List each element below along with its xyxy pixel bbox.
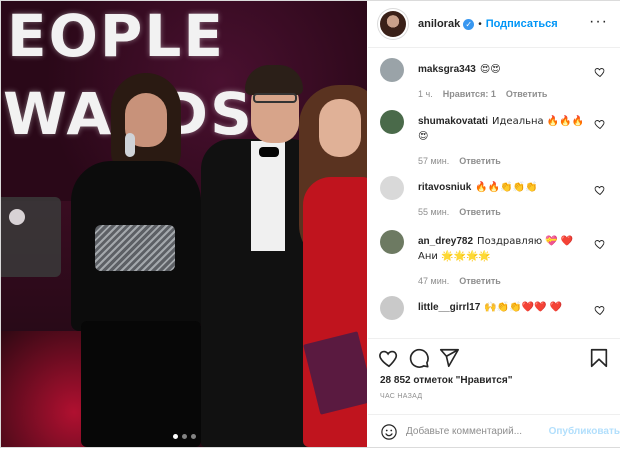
comment-meta: 47 мин. Ответить <box>418 274 586 289</box>
carousel-dots[interactable] <box>173 434 196 439</box>
reply-button[interactable]: Ответить <box>459 276 501 286</box>
carousel-dot[interactable] <box>182 434 187 439</box>
microphone <box>125 133 135 157</box>
reply-button[interactable]: Ответить <box>459 156 501 166</box>
comment-like-heart-icon[interactable] <box>594 184 606 196</box>
comment-time[interactable]: 1 ч. <box>418 89 433 99</box>
follow-button[interactable]: Подписаться <box>486 18 558 30</box>
comment-input[interactable] <box>406 426 543 437</box>
comment-avatar[interactable] <box>380 230 404 254</box>
post-time[interactable]: ЧАС НАЗАД <box>380 393 422 400</box>
comment-text: 😍😍 <box>479 64 501 75</box>
host-face <box>319 99 361 157</box>
comment-like-heart-icon[interactable] <box>594 238 606 250</box>
comment-body: little__girrl17 🙌👏👏❤️❤️ ❤️ <box>418 300 586 315</box>
woman-chain-belt <box>95 225 175 271</box>
banner-text-line1: EOPLE <box>7 2 226 70</box>
post-frame: EOPLE WARDS anilorak ✓ • <box>0 0 620 448</box>
post-actions: 28 852 отметок "Нравится" ЧАС НАЗАД Опуб… <box>368 338 620 451</box>
comment-username[interactable]: maksgra343 <box>418 64 476 75</box>
comment-meta: 57 мин. Ответить <box>418 154 586 169</box>
comment-icon[interactable] <box>408 347 430 369</box>
heart-icon[interactable] <box>378 347 400 369</box>
comment-body: shumakovatati Идеальна 🔥🔥🔥 😍 57 мин. Ответ… <box>418 114 586 169</box>
comment-like-heart-icon[interactable] <box>594 118 606 130</box>
comment-meta: 55 мин. Ответить <box>418 205 586 220</box>
add-comment-bar: Опубликовать <box>368 414 620 448</box>
man-shirt <box>251 141 285 251</box>
action-icons-row <box>378 347 610 371</box>
comment-avatar[interactable] <box>380 296 404 320</box>
author-avatar[interactable] <box>380 11 406 37</box>
share-icon[interactable] <box>438 347 460 369</box>
comment-body: maksgra343 😍😍 1 ч. Нравится: 1 Ответить <box>418 62 586 102</box>
comment-likes-count[interactable]: Нравится: 1 <box>443 89 496 99</box>
post-side-panel: anilorak ✓ • Подписаться ··· maksgra343 😍… <box>368 1 620 447</box>
comment-meta: 1 ч. Нравится: 1 Ответить <box>418 87 586 102</box>
header-separator: • <box>478 18 482 30</box>
stage-sign <box>1 197 61 277</box>
post-header: anilorak ✓ • Подписаться ··· <box>368 1 620 48</box>
comment-username[interactable]: ritavosniuk <box>418 182 471 193</box>
carousel-dot[interactable] <box>191 434 196 439</box>
man-bowtie <box>259 147 279 157</box>
comment-avatar[interactable] <box>380 176 404 200</box>
comment-text: 🙌👏👏❤️❤️ ❤️ <box>484 302 563 313</box>
reply-button[interactable]: Ответить <box>459 207 501 217</box>
comment-body: ritavosniuk 🔥🔥👏👏👏 55 мин. Ответить <box>418 180 586 220</box>
bookmark-icon[interactable] <box>588 347 610 369</box>
comment-body: an_drey782 Поздравляю 💝 ❤️ Ани 🌟🌟🌟🌟 47 ми… <box>418 234 586 289</box>
comment-username[interactable]: shumakovatati <box>418 116 488 127</box>
more-options-icon[interactable]: ··· <box>589 14 608 30</box>
man-glasses <box>253 93 297 103</box>
comment-username[interactable]: an_drey782 <box>418 236 473 247</box>
comments-list[interactable]: maksgra343 😍😍 1 ч. Нравится: 1 Ответить shu… <box>368 48 620 338</box>
publish-button[interactable]: Опубликовать <box>549 426 620 437</box>
comment-avatar[interactable] <box>380 58 404 82</box>
woman-trousers <box>81 321 201 447</box>
smile-icon[interactable] <box>380 423 398 441</box>
likes-count[interactable]: 28 852 отметок "Нравится" <box>380 375 512 386</box>
post-photo[interactable]: EOPLE WARDS <box>1 1 367 447</box>
comment-avatar[interactable] <box>380 110 404 134</box>
comment-time[interactable]: 55 мин. <box>418 207 449 217</box>
reply-button[interactable]: Ответить <box>506 89 548 99</box>
carousel-dot[interactable] <box>173 434 178 439</box>
comment-like-heart-icon[interactable] <box>594 66 606 78</box>
comment-username[interactable]: little__girrl17 <box>418 302 480 313</box>
comment-time[interactable]: 57 мин. <box>418 156 449 166</box>
comment-text: 🔥🔥👏👏👏 <box>475 182 538 193</box>
verified-badge-icon: ✓ <box>463 18 475 30</box>
comment-time[interactable]: 47 мин. <box>418 276 449 286</box>
comment-like-heart-icon[interactable] <box>594 304 606 316</box>
author-username[interactable]: anilorak <box>418 18 460 30</box>
